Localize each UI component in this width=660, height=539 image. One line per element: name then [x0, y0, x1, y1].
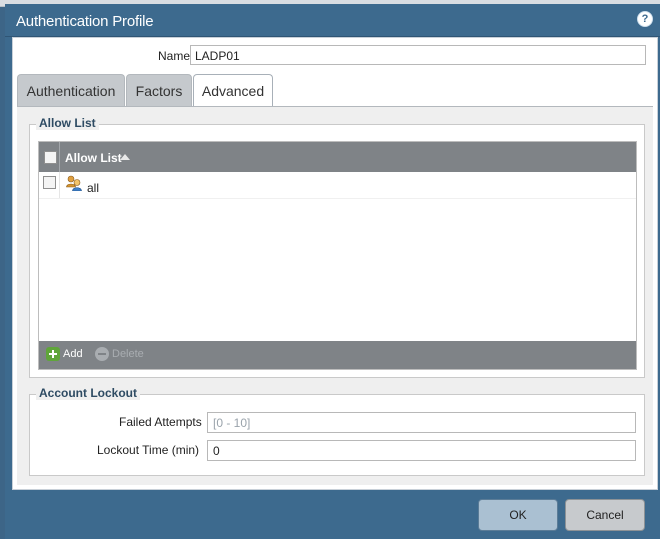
- tab-factors[interactable]: Factors: [126, 74, 192, 106]
- add-label: Add: [63, 347, 83, 360]
- failed-attempts-placeholder: [0 - 10]: [213, 416, 251, 430]
- advanced-tab-panel: Allow List Allow List all Add Delete Acc…: [17, 106, 653, 485]
- add-button[interactable]: Add: [46, 347, 83, 361]
- lockout-time-input[interactable]: 0: [207, 440, 636, 461]
- add-icon: [46, 347, 60, 361]
- minus-icon: [95, 347, 109, 361]
- ok-button[interactable]: OK: [478, 499, 558, 531]
- column-separator: [59, 142, 60, 172]
- dialog-title-bar[interactable]: Authentication Profile ?: [5, 4, 660, 37]
- allow-list-table: Allow List all Add Delete: [38, 141, 637, 370]
- authentication-profile-dialog: Authentication Profile ? Name LADP01 Aut…: [5, 4, 660, 539]
- sort-ascending-icon: [120, 154, 130, 160]
- name-label: Name: [157, 49, 190, 63]
- row-label: all: [87, 181, 100, 195]
- table-header: Allow List: [39, 142, 636, 172]
- tab-authentication[interactable]: Authentication: [17, 74, 125, 106]
- dialog-body: Name LADP01 Authentication Factors Advan…: [12, 37, 658, 490]
- user-group-icon: [66, 175, 82, 191]
- failed-attempts-input[interactable]: [0 - 10]: [207, 412, 636, 433]
- account-lockout-legend: Account Lockout: [36, 386, 140, 400]
- cancel-button[interactable]: Cancel: [565, 499, 645, 531]
- failed-attempts-label: Failed Attempts: [119, 415, 202, 429]
- dialog-title: Authentication Profile: [16, 13, 154, 30]
- account-lockout-group: Account Lockout Failed Attempts [0 - 10]…: [29, 386, 645, 476]
- row-checkbox[interactable]: [43, 176, 56, 189]
- select-all-checkbox[interactable]: [44, 151, 57, 164]
- name-row: Name LADP01: [13, 45, 657, 69]
- allow-list-group: Allow List Allow List all Add Delete: [29, 116, 645, 378]
- lockout-time-label: Lockout Time (min): [97, 443, 200, 457]
- help-icon[interactable]: ?: [637, 11, 653, 27]
- delete-label: Delete: [112, 347, 144, 360]
- column-header-allow-list[interactable]: Allow List: [65, 151, 122, 165]
- table-row[interactable]: all: [39, 172, 636, 199]
- delete-button[interactable]: Delete: [95, 347, 144, 361]
- table-toolbar: Add Delete: [39, 341, 636, 369]
- name-input[interactable]: LADP01: [190, 45, 646, 65]
- allow-list-legend: Allow List: [36, 116, 99, 130]
- row-separator: [59, 172, 60, 198]
- tab-advanced[interactable]: Advanced: [193, 74, 273, 108]
